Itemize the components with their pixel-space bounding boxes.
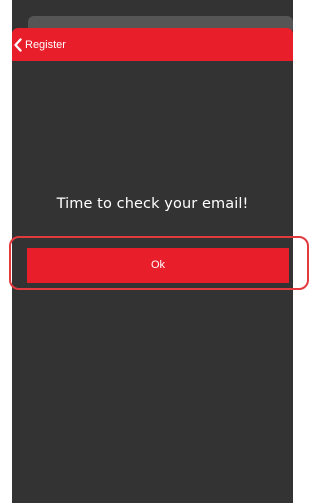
nav-header: Register bbox=[12, 28, 293, 61]
chevron-left-icon bbox=[13, 37, 23, 52]
ok-button[interactable]: Ok bbox=[27, 248, 289, 283]
confirmation-message: Time to check your email! bbox=[56, 196, 249, 212]
back-button[interactable]: Register bbox=[13, 28, 66, 61]
back-button-label: Register bbox=[25, 38, 66, 51]
ok-button-label: Ok bbox=[150, 259, 166, 271]
